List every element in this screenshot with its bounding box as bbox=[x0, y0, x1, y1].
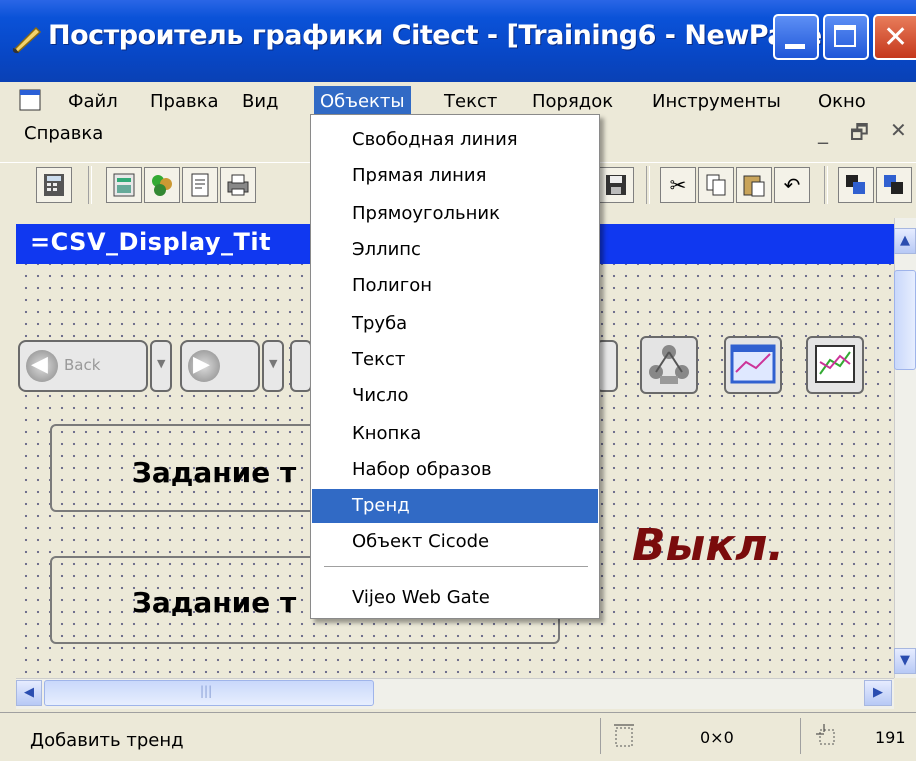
menu-edit[interactable]: Правка bbox=[144, 86, 225, 118]
menu-item-button[interactable]: Кнопка bbox=[312, 417, 598, 451]
chevron-down-icon: ▼ bbox=[157, 357, 166, 370]
scroll-left-button[interactable]: ◀ bbox=[16, 680, 42, 706]
mdi-close-button[interactable]: ✕ bbox=[890, 118, 907, 142]
nav-button-partial[interactable] bbox=[290, 340, 312, 392]
forward-button[interactable]: ▶ bbox=[180, 340, 260, 392]
menu-item-ellipse[interactable]: Эллипс bbox=[312, 233, 598, 267]
back-arrow-icon: ◀ bbox=[26, 350, 58, 382]
maximize-icon bbox=[834, 25, 856, 47]
trend-window-icon[interactable] bbox=[806, 336, 864, 394]
menu-item-rectangle[interactable]: Прямоугольник bbox=[312, 197, 598, 231]
menu-item-polygon[interactable]: Полигон bbox=[312, 269, 598, 303]
vertical-scroll-thumb[interactable] bbox=[894, 270, 916, 370]
maximize-button[interactable] bbox=[823, 14, 869, 60]
back-button[interactable]: ◀ Back bbox=[18, 340, 148, 392]
toolbar-separator bbox=[824, 166, 828, 204]
undo-icon[interactable]: ↶ bbox=[774, 167, 810, 203]
menu-item-pipe[interactable]: Труба bbox=[312, 307, 598, 341]
minimize-button[interactable] bbox=[773, 14, 819, 60]
position-readout: 191 bbox=[875, 728, 906, 747]
document-icon[interactable] bbox=[18, 88, 42, 112]
save-icon[interactable] bbox=[598, 167, 634, 203]
toolbar-separator bbox=[88, 166, 92, 204]
chevron-down-icon: ▼ bbox=[269, 357, 278, 370]
menu-item-number[interactable]: Число bbox=[312, 379, 598, 413]
menu-item-cicode-object[interactable]: Объект Cicode bbox=[312, 525, 598, 559]
mdi-restore-button[interactable]: 🗗 bbox=[850, 118, 869, 152]
scroll-up-button[interactable]: ▲ bbox=[894, 228, 916, 254]
status-text: Добавить тренд bbox=[30, 730, 184, 751]
status-divider bbox=[800, 718, 801, 754]
menu-item-vijeo-web-gate[interactable]: Vijeo Web Gate bbox=[312, 581, 598, 615]
print-icon[interactable] bbox=[220, 167, 256, 203]
calculator-icon[interactable] bbox=[36, 167, 72, 203]
forward-arrow-icon: ▶ bbox=[188, 350, 220, 382]
cut-icon[interactable]: ✂ bbox=[660, 167, 696, 203]
horizontal-scroll-thumb[interactable]: ||| bbox=[44, 680, 374, 706]
send-to-back-icon[interactable] bbox=[876, 167, 912, 203]
new-page-icon[interactable] bbox=[106, 167, 142, 203]
genie-icon[interactable] bbox=[144, 167, 180, 203]
back-button-label: Back bbox=[64, 356, 101, 374]
status-divider bbox=[600, 718, 601, 754]
menu-item-straight-line[interactable]: Прямая линия bbox=[312, 159, 598, 193]
bring-to-front-icon[interactable] bbox=[838, 167, 874, 203]
copy-icon[interactable] bbox=[698, 167, 734, 203]
menu-help[interactable]: Справка bbox=[18, 118, 109, 150]
forward-dropdown[interactable]: ▼ bbox=[262, 340, 284, 392]
menu-separator bbox=[324, 566, 588, 568]
app-brush-icon bbox=[12, 26, 42, 54]
objects-menu-dropdown: Свободная линия Прямая линия Прямоугольн… bbox=[310, 114, 600, 619]
scroll-right-button[interactable]: ▶ bbox=[864, 680, 892, 706]
minimize-icon bbox=[785, 44, 805, 49]
menu-item-symbol-set[interactable]: Набор образов bbox=[312, 453, 598, 487]
close-icon: ✕ bbox=[883, 20, 909, 55]
size-icon bbox=[614, 724, 634, 747]
window-title: Построитель графики Citect - [Training6 … bbox=[48, 20, 834, 51]
status-off-text[interactable]: Выкл. bbox=[632, 520, 784, 571]
task-button-2-label: Задание т bbox=[132, 586, 297, 619]
menu-item-text[interactable]: Текст bbox=[312, 343, 598, 377]
size-readout: 0×0 bbox=[700, 728, 734, 747]
close-button[interactable]: ✕ bbox=[873, 14, 916, 60]
menu-window[interactable]: Окно bbox=[812, 86, 872, 118]
grip-icon: ||| bbox=[200, 684, 213, 698]
toolbar-separator bbox=[646, 166, 650, 204]
task-button-1-label: Задание т bbox=[132, 456, 297, 489]
mdi-minimize-button[interactable]: _ bbox=[818, 120, 828, 144]
menu-item-trend[interactable]: Тренд bbox=[312, 489, 598, 523]
menu-item-freehand-line[interactable]: Свободная линия bbox=[312, 123, 598, 157]
menu-tools[interactable]: Инструменты bbox=[646, 86, 787, 118]
menu-view[interactable]: Вид bbox=[236, 86, 285, 118]
back-dropdown[interactable]: ▼ bbox=[150, 340, 172, 392]
menu-file[interactable]: Файл bbox=[62, 86, 124, 118]
document-page-icon[interactable] bbox=[182, 167, 218, 203]
position-icon bbox=[816, 724, 835, 745]
network-icon[interactable] bbox=[640, 336, 698, 394]
scroll-down-button[interactable]: ▼ bbox=[894, 648, 916, 674]
page-title-expression[interactable]: =CSV_Display_Tit bbox=[30, 228, 271, 256]
trend-display-icon[interactable] bbox=[724, 336, 782, 394]
paste-icon[interactable] bbox=[736, 167, 772, 203]
